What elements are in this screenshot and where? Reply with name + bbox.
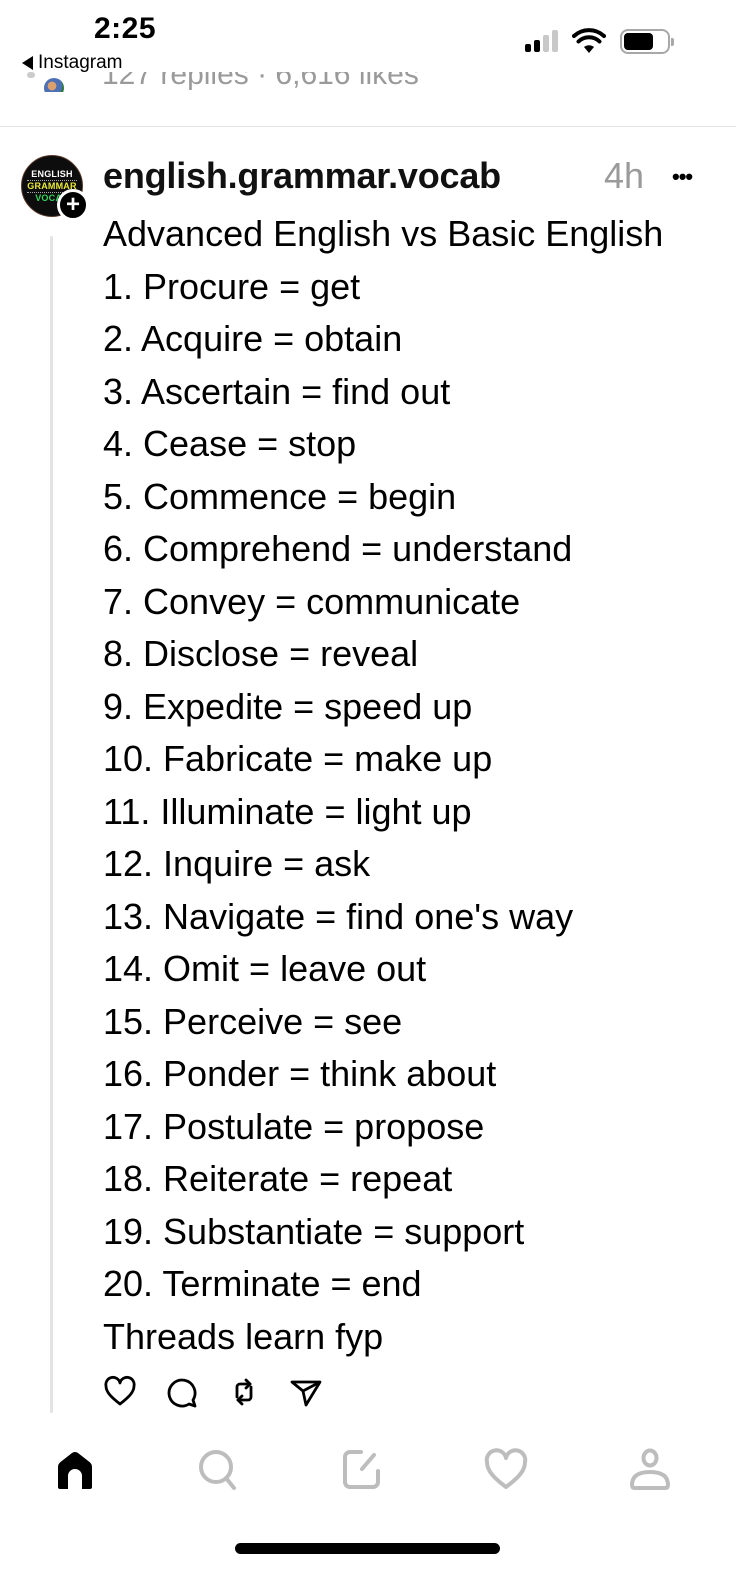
follow-plus-button[interactable]: + xyxy=(57,189,89,221)
vocab-list-item: 17. Postulate = propose xyxy=(103,1105,485,1147)
wifi-icon xyxy=(572,28,606,53)
username[interactable]: english.grammar.vocab xyxy=(103,155,501,197)
avatar-text-line1: ENGLISH xyxy=(31,168,73,179)
tab-compose[interactable] xyxy=(332,1440,392,1500)
battery-icon xyxy=(620,28,674,54)
vocab-list-item: 2. Acquire = obtain xyxy=(103,318,403,359)
post-actions xyxy=(102,1374,324,1410)
tab-search[interactable] xyxy=(188,1440,248,1500)
heart-icon xyxy=(104,1375,136,1406)
reply-button[interactable] xyxy=(164,1374,200,1410)
previous-post-tail[interactable]: 127 replies · 6,616 likes xyxy=(0,72,736,92)
vocab-list-item: 13. Navigate = find one's way xyxy=(103,895,574,937)
compose-icon xyxy=(343,1450,380,1489)
back-arrow-icon xyxy=(22,56,33,70)
more-options-button[interactable]: ••• xyxy=(672,164,693,190)
status-time: 2:25 xyxy=(94,12,157,45)
thread-dot xyxy=(27,72,35,78)
post-divider xyxy=(0,126,736,127)
tab-home[interactable] xyxy=(45,1440,105,1500)
share-button[interactable] xyxy=(288,1374,324,1410)
bottom-tab-bar xyxy=(0,1440,736,1500)
home-indicator[interactable] xyxy=(235,1543,500,1554)
vocab-list-item: 15. Perceive = see xyxy=(103,1000,403,1042)
send-icon xyxy=(290,1380,322,1407)
heart-icon xyxy=(484,1448,528,1489)
thread-line xyxy=(50,236,53,1413)
vocab-list-item: 4. Cease = stop xyxy=(103,423,357,464)
repost-button[interactable] xyxy=(226,1374,262,1410)
search-icon xyxy=(199,1450,236,1490)
status-icons xyxy=(525,28,674,54)
like-button[interactable] xyxy=(102,1374,138,1410)
vocab-list-item: 11. Illuminate = light up xyxy=(103,790,472,832)
repost-icon xyxy=(235,1378,253,1406)
vocab-list-item: 19. Substantiate = support xyxy=(103,1210,525,1252)
post-time: 4h xyxy=(604,155,645,196)
vocab-list-item: 3. Ascertain = find out xyxy=(103,370,451,412)
vocab-list-item: 20. Terminate = end xyxy=(103,1263,422,1304)
vocab-list-item: 8. Disclose = reveal xyxy=(103,633,419,674)
vocab-list-item: 6. Comprehend = understand xyxy=(103,528,573,569)
comment-icon xyxy=(167,1378,197,1408)
tab-profile[interactable] xyxy=(620,1440,680,1500)
home-icon xyxy=(58,1452,92,1489)
post-title: Advanced English vs Basic English xyxy=(103,213,664,254)
vocab-list-item: 7. Convey = communicate xyxy=(103,580,521,622)
post-body: Advanced English vs Basic English 1. Pro… xyxy=(103,208,723,1363)
replier-avatar xyxy=(44,78,64,92)
vocab-list-item: 5. Commence = begin xyxy=(103,475,457,517)
profile-icon xyxy=(630,1448,670,1490)
post-hashtag-line: Threads learn fyp xyxy=(103,1315,384,1357)
vocab-list-item: 10. Fabricate = make up xyxy=(103,738,493,779)
vocab-list-item: 12. Inquire = ask xyxy=(103,843,371,884)
signal-icon xyxy=(525,30,558,52)
previous-post-meta[interactable]: 127 replies · 6,616 likes xyxy=(102,72,419,92)
vocab-list: 1. Procure = get 2. Acquire = obtain 3. As… xyxy=(103,261,723,1311)
tab-activity[interactable] xyxy=(476,1440,536,1500)
vocab-list-item: 9. Expedite = speed up xyxy=(103,685,473,727)
vocab-list-item: 14. Omit = leave out xyxy=(103,948,427,989)
back-app-label: Instagram xyxy=(38,52,123,73)
vocab-list-item: 16. Ponder = think about xyxy=(103,1053,497,1094)
vocab-list-item: 18. Reiterate = repeat xyxy=(103,1158,453,1199)
vocab-list-item: 1. Procure = get xyxy=(103,265,361,307)
back-to-instagram-link[interactable]: Instagram xyxy=(22,52,122,74)
